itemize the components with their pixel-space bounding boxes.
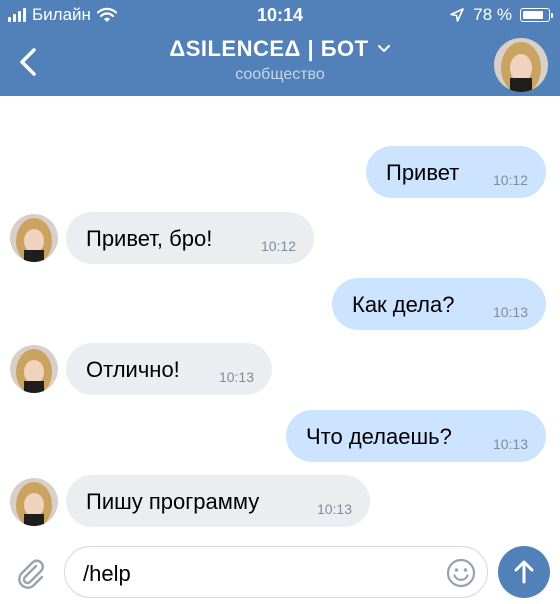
message-text: Отлично! — [86, 357, 180, 382]
community-avatar[interactable] — [494, 38, 548, 92]
sender-avatar[interactable] — [10, 345, 58, 393]
avatar-image — [10, 214, 58, 262]
send-button[interactable] — [498, 546, 550, 598]
message-time: 10:13 — [492, 436, 528, 452]
message-input[interactable]: /help — [64, 546, 488, 598]
battery-percent: 78 % — [473, 5, 512, 24]
chevron-down-icon — [377, 45, 390, 52]
paperclip-icon — [18, 559, 44, 589]
chat-title: ΔSILENCEΔ | БОТ — [169, 36, 369, 61]
message-bubble-incoming[interactable]: Пишу программу 10:13 — [66, 475, 370, 527]
message-time: 10:12 — [492, 172, 528, 188]
message-bubble-outgoing[interactable]: Как дела? 10:13 — [332, 278, 546, 330]
title-block: ΔSILENCEΔ | БОТ сообщество — [0, 36, 560, 84]
message-text: Привет — [386, 160, 460, 185]
avatar-image — [10, 478, 58, 526]
chat-header: Билайн 10:14 78 % ΔSILENCEΔ | БОТ сообще… — [0, 0, 560, 96]
emoji-button[interactable] — [445, 557, 477, 589]
message-bubble-incoming[interactable]: Привет, бро! 10:12 — [66, 212, 314, 264]
avatar-image — [494, 38, 548, 92]
chat-subtitle: сообщество — [235, 66, 325, 83]
message-text: Что делаешь? — [306, 424, 452, 449]
message-time: 10:13 — [316, 501, 352, 517]
location-arrow-icon — [450, 8, 465, 22]
message-text: Пишу программу — [86, 489, 260, 514]
message-input-value: /help — [83, 561, 131, 586]
sender-avatar[interactable] — [10, 214, 58, 262]
message-time: 10:12 — [260, 238, 296, 254]
status-bar: Билайн 10:14 78 % — [0, 0, 560, 30]
status-right: 78 % — [449, 5, 553, 25]
sender-avatar[interactable] — [10, 478, 58, 526]
attach-button[interactable] — [14, 556, 48, 590]
message-time: 10:13 — [492, 304, 528, 320]
message-time: 10:13 — [218, 369, 254, 385]
message-text: Как дела? — [352, 292, 455, 317]
message-bubble-outgoing[interactable]: Привет 10:12 — [366, 146, 546, 198]
smiley-icon — [446, 558, 476, 588]
message-text: Привет, бро! — [86, 226, 213, 251]
message-bubble-incoming[interactable]: Отлично! 10:13 — [66, 343, 272, 395]
avatar-image — [10, 345, 58, 393]
arrow-up-icon — [514, 560, 534, 584]
composer-bar: /help — [0, 540, 560, 604]
chat-title-button[interactable]: ΔSILENCEΔ | БОТ — [169, 36, 390, 62]
battery-icon — [520, 8, 553, 22]
message-bubble-outgoing[interactable]: Что делаешь? 10:13 — [286, 410, 546, 462]
